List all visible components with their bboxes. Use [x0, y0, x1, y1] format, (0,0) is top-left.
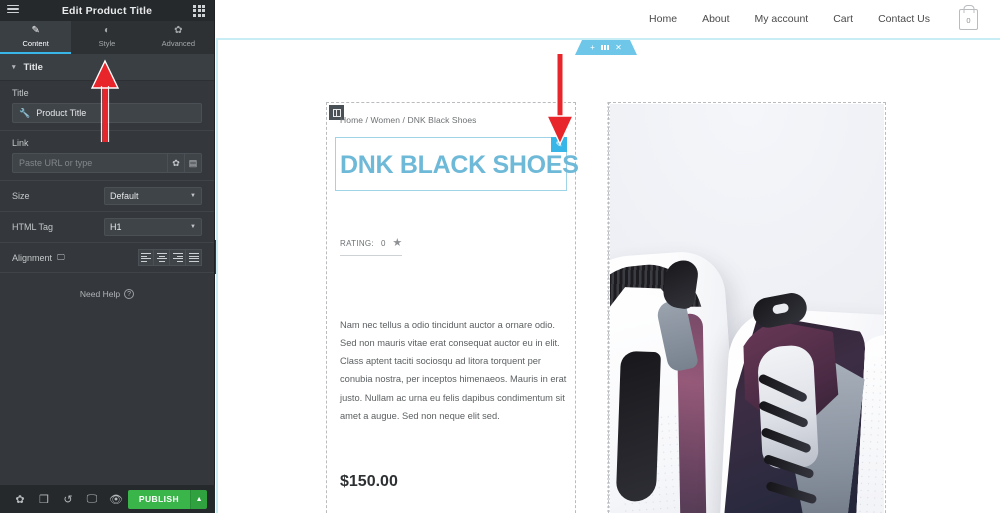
- nav-link-home[interactable]: Home: [649, 13, 677, 25]
- control-alignment: Alignment 🖵: [0, 243, 214, 273]
- control-alignment-label: Alignment 🖵: [12, 253, 65, 263]
- hamburger-icon[interactable]: [7, 3, 21, 19]
- chevron-down-icon: ▼: [190, 193, 196, 199]
- rating-value: 0: [380, 239, 386, 248]
- breadcrumb[interactable]: Home / Women / DNK Black Shoes: [340, 115, 477, 125]
- product-title-widget[interactable]: DNK BLACK SHOES ✎: [335, 137, 579, 191]
- align-right-button[interactable]: [170, 249, 186, 266]
- tab-advanced-label: Advanced: [161, 38, 195, 48]
- product-rating: RATING: 0 ★: [340, 238, 402, 256]
- title-input-value: Product Title: [36, 108, 87, 118]
- tab-content[interactable]: ✎ Content: [0, 21, 72, 54]
- gear-icon: ✿: [174, 24, 183, 36]
- nav-link-my-account[interactable]: My account: [755, 13, 809, 25]
- tab-advanced[interactable]: ✿ Advanced: [143, 21, 214, 54]
- navigator-icon[interactable]: ❒: [32, 493, 56, 506]
- contrast-icon: ◐: [103, 24, 111, 36]
- chevron-down-icon: ▼: [190, 224, 196, 230]
- need-help-label: Need Help: [79, 289, 121, 299]
- editor-panel: Edit Product Title ✎ Content ◐ Style ✿ A…: [0, 0, 215, 513]
- control-link: Link Paste URL or type ✿ ▤: [0, 131, 214, 181]
- align-center-button[interactable]: [154, 249, 170, 266]
- pencil-icon: ✎: [31, 24, 40, 36]
- publish-group: PUBLISH ▲: [127, 489, 208, 509]
- shopping-bag-icon[interactable]: 0: [959, 8, 978, 30]
- link-dynamic-database-icon[interactable]: ▤: [185, 153, 202, 173]
- control-alignment-text: Alignment: [12, 252, 53, 263]
- product-section: Home / Women / DNK Black Shoes DNK BLACK…: [218, 40, 1000, 513]
- tab-content-label: Content: [22, 38, 49, 48]
- tab-style-label: Style: [98, 38, 116, 48]
- control-title: Title 🔧 Product Title: [0, 81, 214, 131]
- tab-style[interactable]: ◐ Style: [71, 21, 142, 54]
- elementor-editor: Edit Product Title ✎ Content ◐ Style ✿ A…: [0, 0, 1000, 513]
- link-options-gear-icon[interactable]: ✿: [168, 153, 185, 173]
- size-select-value: Default: [110, 191, 139, 201]
- product-info-column: Home / Women / DNK Black Shoes DNK BLACK…: [326, 102, 579, 513]
- control-link-label: Link: [12, 138, 29, 148]
- pencil-icon[interactable]: ✎: [551, 137, 567, 152]
- panel-tabs: ✎ Content ◐ Style ✿ Advanced: [0, 21, 214, 54]
- align-justify-button[interactable]: [186, 249, 202, 266]
- responsive-icon[interactable]: 🖵: [80, 493, 104, 506]
- title-input[interactable]: 🔧 Product Title: [12, 103, 202, 123]
- nav-link-about[interactable]: About: [702, 13, 729, 25]
- control-size: Size Default ▼: [0, 181, 214, 212]
- control-html-tag: HTML Tag H1 ▼: [0, 212, 214, 243]
- size-select[interactable]: Default ▼: [104, 187, 202, 205]
- page-title: DNK BLACK SHOES: [340, 151, 579, 179]
- history-icon[interactable]: ↺: [56, 493, 80, 506]
- need-help[interactable]: Need Help ?: [0, 289, 214, 299]
- panel-header: Edit Product Title: [0, 0, 214, 21]
- publish-options-arrow-icon[interactable]: ▲: [190, 489, 208, 509]
- panel-title: Edit Product Title: [61, 4, 153, 17]
- html-tag-select-value: H1: [110, 222, 122, 232]
- chevron-down-icon: ▾: [12, 64, 16, 71]
- desktop-icon[interactable]: 🖵: [57, 253, 65, 263]
- link-input[interactable]: Paste URL or type: [12, 153, 168, 173]
- preview-icon[interactable]: 👁: [104, 493, 128, 506]
- nav-link-contact-us[interactable]: Contact Us: [878, 13, 930, 25]
- rating-label: RATING:: [340, 239, 374, 248]
- link-row: Paste URL or type ✿ ▤: [12, 153, 202, 173]
- product-description: Nam nec tellus a odio tincidunt auctor a…: [340, 320, 567, 421]
- panel-footer: ✿ ❒ ↺ 🖵 👁 PUBLISH ▲: [0, 485, 215, 513]
- control-html-tag-label: HTML Tag: [12, 222, 54, 232]
- section-header-label: Title: [23, 61, 43, 73]
- alignment-button-group: [138, 249, 202, 266]
- sneaker-right: [713, 290, 884, 513]
- editing-canvas: + ✕ Home / Women / DNK Black Shoes DNK B…: [216, 38, 1000, 513]
- html-tag-select[interactable]: H1 ▼: [104, 218, 202, 236]
- nav-link-cart[interactable]: Cart: [833, 13, 853, 25]
- control-size-label: Size: [12, 191, 30, 201]
- cart-count: 0: [966, 15, 971, 25]
- product-price: $150.00: [340, 473, 398, 490]
- product-image[interactable]: [610, 104, 884, 513]
- control-title-label: Title: [12, 88, 29, 98]
- align-left-button[interactable]: [138, 249, 154, 266]
- link-input-placeholder: Paste URL or type: [19, 158, 93, 168]
- publish-button[interactable]: PUBLISH: [127, 489, 191, 509]
- preview-canvas: Home About My account Cart Contact Us 0 …: [216, 0, 1000, 513]
- question-circle-icon: ?: [124, 289, 135, 299]
- product-image-column: [608, 102, 886, 513]
- settings-icon[interactable]: ✿: [8, 493, 32, 506]
- site-navigation: Home About My account Cart Contact Us 0: [216, 0, 1000, 38]
- grid-icon[interactable]: [193, 4, 207, 17]
- section-header-title[interactable]: ▾ Title: [0, 54, 214, 81]
- wrench-icon: 🔧: [19, 107, 31, 118]
- star-icon: ★: [392, 237, 403, 249]
